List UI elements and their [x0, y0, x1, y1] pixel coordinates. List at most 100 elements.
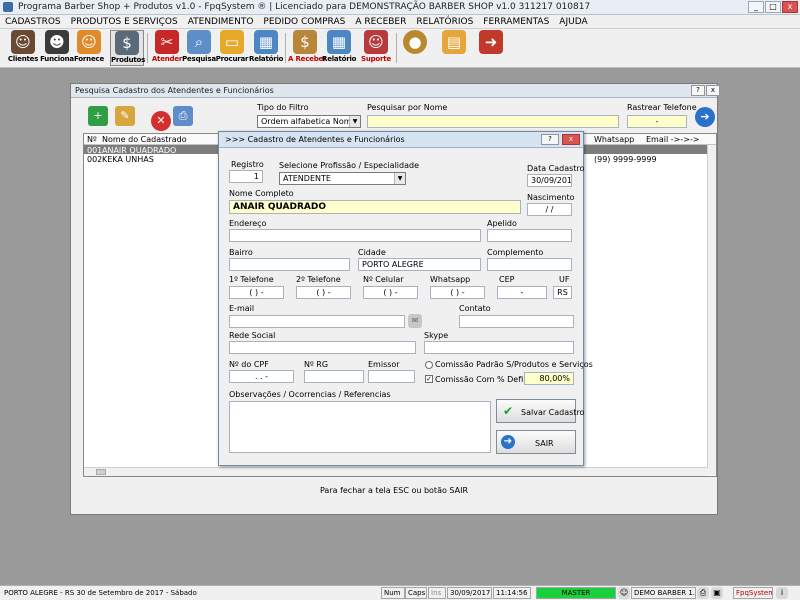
nome-label: Nome Completo — [229, 189, 294, 198]
celular-input[interactable]: ( ) - — [363, 286, 418, 299]
contato-input[interactable] — [459, 315, 574, 328]
menu-relatorios[interactable]: RELATÓRIOS — [411, 15, 478, 28]
filter-select[interactable]: Ordem alfabetica Nome ▼ — [257, 115, 361, 128]
status-user: MASTER — [536, 587, 616, 599]
add-icon[interactable]: + — [88, 106, 108, 126]
row-whatsapp: (99) 9999-9999 — [594, 155, 657, 164]
horizontal-scrollbar[interactable] — [84, 467, 708, 476]
endereco-input[interactable] — [229, 229, 481, 242]
header-whatsapp[interactable]: Whatsapp — [594, 135, 634, 144]
printer-icon[interactable]: ⎙ — [697, 587, 709, 599]
menu-atendimento[interactable]: ATENDIMENTO — [183, 15, 259, 28]
uf-label: UF — [559, 275, 570, 284]
rg-input[interactable] — [304, 370, 364, 383]
profissao-select-value: ATENDENTE — [283, 174, 331, 183]
disk-icon[interactable]: ▣ — [711, 587, 723, 599]
toolbar-a-receber-button[interactable]: $ A Receber — [288, 30, 327, 66]
profissao-label: Selecione Profissão / Especialidade — [279, 161, 420, 170]
menu-cadastros[interactable]: CADASTROS — [0, 15, 66, 28]
registro-input[interactable]: 1 — [229, 170, 263, 183]
bairro-input[interactable] — [229, 258, 350, 271]
salvar-cadastro-button[interactable]: ✔ Salvar Cadastro — [496, 399, 584, 423]
track-phone-label: Rastrear Telefone — [627, 103, 697, 112]
skype-input[interactable] — [424, 341, 574, 354]
filter-label: Tipo do Filtro — [257, 103, 309, 112]
arrow-right-icon[interactable]: ➔ — [695, 107, 715, 127]
nascimento-input[interactable]: / / — [527, 203, 572, 216]
help-button[interactable]: ? — [691, 85, 705, 96]
edit-icon[interactable]: ✎ — [115, 106, 135, 126]
telefone2-input[interactable]: ( ) - — [296, 286, 351, 299]
toolbar-pesquisa-button[interactable]: ⌕ Pesquisa — [182, 30, 216, 66]
toolbar-relatorio2-label: Relatório — [322, 55, 357, 63]
filter-select-value: Ordem alfabetica Nome — [261, 117, 357, 126]
comissao-padrao-radio[interactable] — [425, 361, 433, 369]
observacoes-textarea[interactable] — [229, 401, 491, 453]
dialog-close-button[interactable]: x — [562, 134, 580, 145]
telefone1-input[interactable]: ( ) - — [229, 286, 284, 299]
vertical-scrollbar[interactable] — [707, 145, 716, 475]
comissao-padrao-label: Comissão Padrão S/Produtos e Serviços — [435, 360, 593, 369]
complemento-input[interactable] — [487, 258, 572, 271]
toolbar-produtos-button[interactable]: $ Produtos — [110, 30, 145, 66]
search-input[interactable] — [367, 115, 619, 128]
comissao-percent-input[interactable]: 80,00% — [524, 372, 574, 385]
toolbar-procurar-button[interactable]: ▭ Procurar — [215, 30, 249, 66]
observacoes-label: Observações / Ocorrencias / Referencias — [229, 390, 391, 399]
toolbar-exit-button[interactable]: ➜ — [474, 30, 508, 66]
profissao-select[interactable]: ATENDENTE ▼ — [279, 172, 406, 185]
cep-input[interactable]: - — [497, 286, 547, 299]
track-phone-input[interactable]: - — [627, 115, 687, 128]
header-name[interactable]: Nome do Cadastrado — [102, 135, 187, 144]
salvar-cadastro-label: Salvar Cadastro — [521, 408, 585, 417]
toolbar-fornece-button[interactable]: ☺ Fornece — [72, 30, 106, 66]
email-send-icon[interactable]: ✉ — [408, 314, 422, 328]
toolbar-suporte-button[interactable]: ☺ Suporte — [359, 30, 393, 66]
emissor-input[interactable] — [368, 370, 415, 383]
toolbar-clientes-button[interactable]: ☺ Clientes — [6, 30, 40, 66]
maximize-button[interactable]: □ — [765, 1, 781, 13]
uf-input[interactable]: RS — [553, 286, 572, 299]
scroll-thumb[interactable] — [96, 469, 106, 475]
apelido-input[interactable] — [487, 229, 572, 242]
sair-button[interactable]: ➔ SAIR — [496, 430, 576, 454]
toolbar-funciona-button[interactable]: ☻ Funciona — [40, 30, 74, 66]
cidade-input[interactable]: PORTO ALEGRE — [358, 258, 481, 271]
sair-label: SAIR — [535, 439, 554, 448]
toolbar-relatorio-button[interactable]: ▦ Relatório — [249, 30, 283, 66]
toolbar-calculator-button[interactable]: ▤ — [437, 30, 471, 66]
row-name: KEKA UNHAS — [102, 155, 154, 164]
celular-label: Nº Celular — [363, 275, 404, 284]
toolbar-relatorio-label: Relatório — [249, 55, 284, 63]
data-cadastro-input[interactable]: 30/09/2010 — [527, 174, 572, 187]
toolbar-coins-button[interactable]: ● — [398, 30, 432, 66]
whatsapp-input[interactable]: ( ) - — [430, 286, 485, 299]
nome-input[interactable]: ANAIR QUADRADO — [229, 200, 521, 214]
delete-icon[interactable]: ✕ — [151, 111, 171, 131]
status-date: 30/09/2017 — [447, 587, 492, 599]
toolbar-atender-button[interactable]: ✂ Atender — [150, 30, 184, 66]
price-list-icon: $ — [115, 31, 139, 55]
menu-ferramentas[interactable]: FERRAMENTAS — [478, 15, 554, 28]
rede-social-input[interactable] — [229, 341, 416, 354]
header-num[interactable]: Nº — [87, 135, 97, 144]
comissao-definida-checkbox[interactable]: ✓ — [425, 375, 433, 383]
calculator-icon: ▤ — [442, 30, 466, 54]
email-input[interactable] — [229, 315, 405, 328]
status-version: DEMO BARBER 1.0 — [631, 587, 696, 599]
menu-pedido-compras[interactable]: PEDIDO COMPRAS — [258, 15, 350, 28]
close-button[interactable]: x — [706, 85, 720, 96]
minimize-button[interactable]: _ — [748, 1, 764, 13]
toolbar-relatorio2-button[interactable]: ▦ Relatório — [322, 30, 356, 66]
menu-a-receber[interactable]: A RECEBER — [350, 15, 411, 28]
close-button[interactable]: x — [782, 1, 798, 13]
print-icon[interactable]: ⎙ — [173, 106, 193, 126]
menu-bar: CADASTROS PRODUTOS E SERVIÇOS ATENDIMENT… — [0, 15, 800, 29]
dialog-help-button[interactable]: ? — [541, 134, 559, 145]
arrow-right-icon: ➔ — [501, 435, 515, 449]
menu-produtos-servicos[interactable]: PRODUTOS E SERVIÇOS — [66, 15, 183, 28]
cpf-input[interactable]: . . - — [229, 370, 294, 383]
menu-ajuda[interactable]: AJUDA — [554, 15, 592, 28]
info-icon[interactable]: i — [776, 587, 788, 599]
header-email[interactable]: Email ->->-> — [646, 135, 700, 144]
